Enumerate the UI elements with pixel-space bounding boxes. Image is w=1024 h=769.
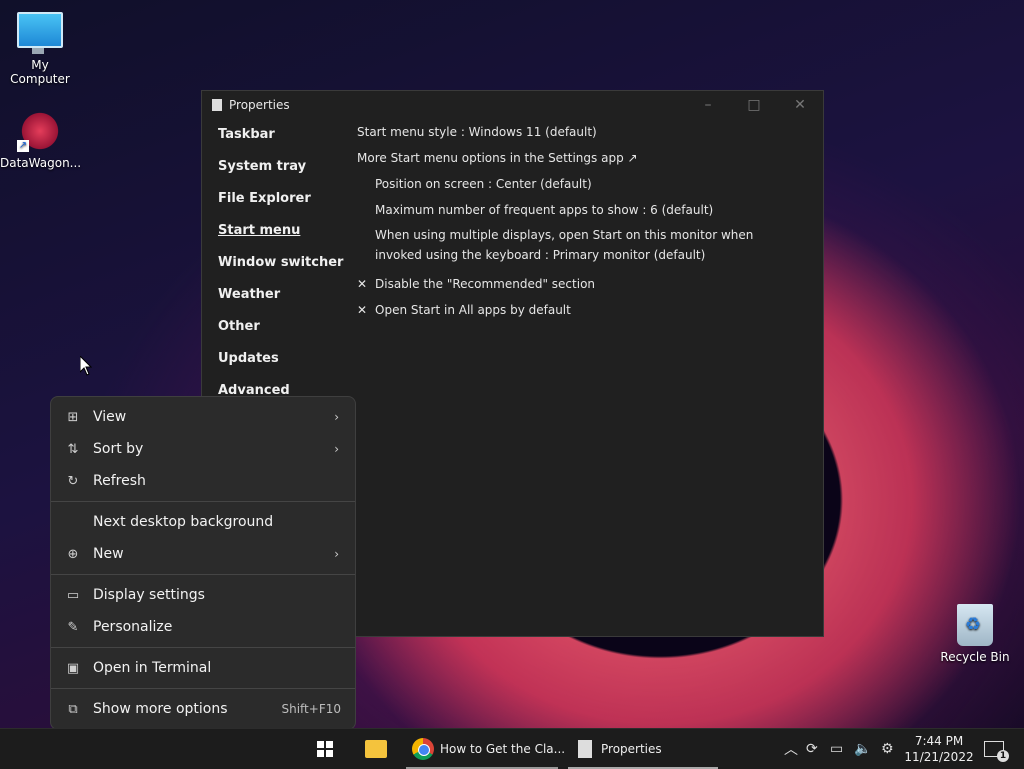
desktop-icon-label: DataWagon...: [0, 156, 82, 170]
network-icon[interactable]: ▭: [830, 729, 843, 769]
nav-item-system-tray[interactable]: System tray: [218, 159, 343, 191]
start-menu-style-option[interactable]: Start menu style : Windows 11 (default): [357, 125, 797, 151]
clock[interactable]: 7:44 PM 11/21/2022: [904, 729, 974, 769]
refresh-icon: ↻: [67, 473, 79, 489]
desktop-context-menu: ⊞ View › ⇅ Sort by › ↻ Refresh Next desk…: [50, 396, 356, 730]
nav-item-weather[interactable]: Weather: [218, 287, 343, 319]
expand-icon: ⧉: [68, 701, 78, 717]
multi-display-option[interactable]: When using multiple displays, open Start…: [357, 225, 797, 277]
new-icon: ⊕: [67, 546, 79, 562]
window-title: Properties: [229, 98, 290, 112]
notification-count: 1: [997, 750, 1009, 762]
menu-separator: [51, 688, 355, 689]
option-label: Open Start in All apps by default: [375, 303, 571, 317]
disable-recommended-option[interactable]: ✕ Disable the "Recommended" section: [357, 277, 797, 303]
clock-date: 11/21/2022: [904, 750, 974, 764]
menu-separator: [51, 647, 355, 648]
notification-icon: 1: [984, 741, 1009, 762]
sync-icon[interactable]: ⟳: [806, 729, 818, 769]
nav-item-updates[interactable]: Updates: [218, 351, 343, 383]
desktop-icon-my-computer[interactable]: My Computer: [0, 12, 80, 86]
menu-separator: [51, 501, 355, 502]
checked-x-icon: ✕: [357, 303, 368, 317]
terminal-icon: ▣: [66, 660, 80, 676]
menu-item-label: New: [93, 546, 124, 562]
menu-item-next-background[interactable]: Next desktop background: [51, 506, 355, 538]
pen-icon: ✎: [67, 619, 79, 635]
menu-separator: [51, 574, 355, 575]
chrome-taskbar-button[interactable]: How to Get the Cla...: [412, 729, 565, 769]
menu-item-new[interactable]: ⊕ New ›: [51, 538, 355, 570]
nav-item-start-menu[interactable]: Start menu: [218, 223, 343, 255]
menu-item-label: Refresh: [93, 473, 146, 489]
menu-item-open-terminal[interactable]: ▣ Open in Terminal: [51, 652, 355, 684]
taskbar: How to Get the Cla... Properties ︿ ⟳ ▭ 🔈…: [0, 728, 1024, 769]
folder-icon: [365, 740, 387, 758]
menu-item-label: Sort by: [93, 441, 144, 457]
close-button[interactable]: ✕: [777, 97, 823, 113]
computer-icon: [17, 12, 63, 54]
menu-item-label: View: [93, 409, 127, 425]
chevron-right-icon: ›: [334, 442, 339, 456]
checked-x-icon: ✕: [357, 277, 368, 291]
minimize-button[interactable]: –: [685, 97, 731, 113]
taskbar-button-label: Properties: [601, 742, 662, 756]
menu-item-label: Show more options: [93, 701, 228, 717]
properties-app-icon: [578, 740, 592, 758]
nav-item-window-switcher[interactable]: Window switcher: [218, 255, 343, 287]
chrome-icon: [412, 738, 434, 760]
windows-logo-icon: [317, 741, 333, 757]
grid-icon: ⊞: [67, 409, 79, 425]
chevron-right-icon: ›: [334, 410, 339, 424]
sort-icon: ⇅: [67, 441, 79, 457]
nav-item-taskbar[interactable]: Taskbar: [218, 127, 343, 159]
taskbar-button-label: How to Get the Cla...: [440, 742, 566, 756]
menu-item-label: Display settings: [93, 587, 205, 603]
menu-item-personalize[interactable]: ✎ Personalize: [51, 611, 355, 643]
mouse-cursor-icon: [79, 354, 93, 380]
gear-icon[interactable]: ⚙: [881, 729, 894, 769]
menu-item-display-settings[interactable]: ▭ Display settings: [51, 579, 355, 611]
shortcut-arrow-icon: ↗: [17, 140, 29, 152]
properties-taskbar-button[interactable]: Properties: [578, 729, 662, 769]
display-icon: ▭: [66, 587, 80, 603]
window-titlebar[interactable]: Properties – □ ✕: [202, 91, 823, 119]
desktop-icon-label: My Computer: [10, 58, 70, 86]
clock-time: 7:44 PM: [914, 734, 964, 748]
desktop-icon-recycle-bin[interactable]: ♻ Recycle Bin: [935, 604, 1015, 664]
menu-item-label: Personalize: [93, 619, 173, 635]
option-label: Disable the "Recommended" section: [375, 277, 596, 291]
nav-item-other[interactable]: Other: [218, 319, 343, 351]
desktop-icon-label: Recycle Bin: [940, 650, 1010, 664]
maximize-button[interactable]: □: [731, 97, 777, 113]
settings-nav: Taskbar System tray File Explorer Start …: [218, 127, 343, 415]
notification-button[interactable]: 1: [984, 729, 1009, 769]
chevron-up-icon[interactable]: ︿: [784, 729, 798, 769]
menu-item-refresh[interactable]: ↻ Refresh: [51, 465, 355, 497]
menu-item-label: Open in Terminal: [93, 660, 212, 676]
start-button[interactable]: [317, 729, 333, 769]
menu-item-view[interactable]: ⊞ View ›: [51, 401, 355, 433]
properties-app-icon: [212, 99, 222, 111]
menu-item-sort-by[interactable]: ⇅ Sort by ›: [51, 433, 355, 465]
position-option[interactable]: Position on screen : Center (default): [357, 177, 797, 203]
recycle-bin-icon: ♻: [957, 604, 993, 646]
datawagon-app-icon: ↗: [17, 110, 61, 152]
nav-item-file-explorer[interactable]: File Explorer: [218, 191, 343, 223]
menu-item-show-more-options[interactable]: ⧉ Show more options Shift+F10: [51, 693, 355, 725]
menu-item-label: Next desktop background: [93, 514, 274, 530]
chevron-right-icon: ›: [334, 547, 339, 561]
desktop-icon-datawagon[interactable]: ↗ DataWagon...: [0, 110, 82, 170]
settings-app-link[interactable]: More Start menu options in the Settings …: [357, 151, 797, 177]
shortcut-label: Shift+F10: [281, 702, 341, 716]
file-explorer-button[interactable]: [365, 729, 387, 769]
open-all-apps-option[interactable]: ✕ Open Start in All apps by default: [357, 303, 797, 329]
volume-icon[interactable]: 🔈: [854, 729, 871, 769]
start-menu-options: Start menu style : Windows 11 (default) …: [357, 125, 797, 329]
